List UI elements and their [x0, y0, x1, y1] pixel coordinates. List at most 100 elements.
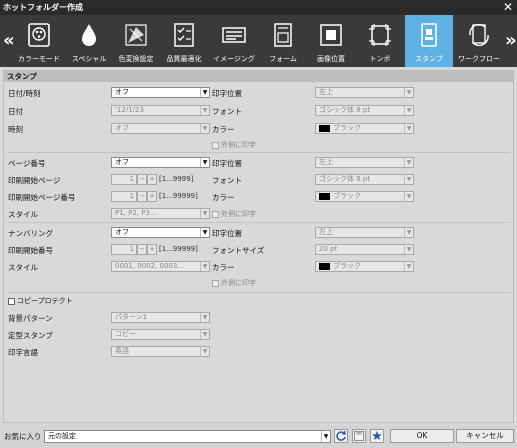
tab-workflow[interactable]: ワークフロー	[455, 15, 503, 67]
checkbox-box	[212, 141, 219, 149]
print-language-value: 英語	[115, 347, 129, 355]
quality-checklist-icon	[174, 23, 194, 47]
copy-protect-checkbox[interactable]: コピープロテクト	[8, 297, 73, 306]
tab-label: 色変換設定	[118, 55, 154, 63]
page-color-select[interactable]: ブラック ▼	[315, 191, 414, 202]
tab-color-conversion[interactable]: 色変換設定	[114, 15, 158, 67]
increment-button[interactable]: +	[147, 174, 157, 185]
time-value: オフ	[115, 124, 129, 132]
star-settings-icon	[372, 431, 382, 440]
tab-crop-marks[interactable]: トンボ	[358, 15, 402, 67]
footer-bar: お気に入り 元の設定 ▼ OK キャンセル	[0, 425, 517, 448]
print-language-select[interactable]: 英語 ▼	[111, 346, 210, 357]
datetime-position-label: 印字位置	[212, 89, 242, 98]
numbering-label: ナンバリング	[8, 229, 53, 238]
scroll-right-icon[interactable]: »	[505, 32, 517, 50]
decrement-button[interactable]: −	[137, 191, 147, 202]
chevron-down-icon: ▼	[404, 175, 413, 184]
form-icon	[274, 23, 292, 47]
stamp-icon	[421, 23, 437, 47]
chevron-down-icon: ▼	[404, 245, 413, 254]
chevron-down-icon: ▼	[200, 209, 209, 218]
cancel-button[interactable]: キャンセル	[456, 429, 514, 443]
start-page-input[interactable]: 1	[111, 174, 137, 185]
tab-form[interactable]: フォーム	[261, 15, 305, 67]
numbering-position-select[interactable]: 左上 ▼	[315, 227, 414, 238]
increment-button[interactable]: +	[147, 191, 157, 202]
fixed-stamp-value: コピー	[115, 330, 136, 338]
datetime-color-select[interactable]: ブラック ▼	[315, 123, 414, 134]
tab-label: スタンプ	[415, 55, 443, 63]
datetime-position-select[interactable]: 左上 ▼	[315, 87, 414, 98]
chevron-down-icon: ▼	[321, 431, 330, 442]
favorites-select[interactable]: 元の設定 ▼	[44, 430, 331, 443]
start-number-input[interactable]: 1	[111, 244, 137, 255]
increment-button[interactable]: +	[147, 244, 157, 255]
close-icon[interactable]: ✕	[503, 0, 513, 14]
datetime-select[interactable]: オフ ▼	[111, 87, 210, 98]
section-title: スタンプ	[4, 71, 513, 82]
refresh-button[interactable]	[334, 429, 348, 443]
numbering-outside-checkbox[interactable]: 外側に印字	[212, 279, 256, 288]
start-page-number-input[interactable]: 1	[111, 191, 137, 202]
tab-label: スペシャル	[71, 55, 107, 63]
tab-label: ワークフロー	[458, 55, 500, 63]
ok-button[interactable]: OK	[390, 429, 454, 443]
date-value: '12/1/23	[115, 106, 144, 114]
chevron-down-icon: ▼	[200, 262, 209, 271]
tab-imaging[interactable]: イメージング	[212, 15, 256, 67]
numbering-select[interactable]: オフ ▼	[111, 227, 210, 238]
start-number-range: [1...99999]	[159, 245, 198, 253]
start-number-label: 印刷開始番号	[8, 246, 53, 255]
chevron-down-icon: ▼	[200, 124, 209, 133]
page-style-select[interactable]: P1, P2, P3... ▼	[111, 208, 210, 219]
function-toolbar: « カラーモード スペシャル 色変換設定 品質最適化 イメージング フォーム 画…	[0, 15, 517, 67]
tab-label: 品質最適化	[166, 55, 202, 63]
time-label: 時刻	[8, 125, 23, 134]
page-position-label: 印字位置	[212, 159, 242, 168]
page-font-select[interactable]: ゴシック体 8 pt ▼	[315, 174, 414, 185]
page-outside-checkbox[interactable]: 外側に印字	[212, 210, 256, 219]
datetime-color-value: ブラック	[333, 124, 361, 132]
tab-image-position[interactable]: 画像位置	[309, 15, 353, 67]
date-select[interactable]: '12/1/23 ▼	[111, 105, 210, 116]
checkbox-label: 外側に印字	[221, 279, 256, 287]
divider	[7, 152, 510, 153]
tab-label: 画像位置	[317, 55, 345, 63]
chevron-down-icon: ▼	[200, 330, 209, 339]
scroll-left-icon[interactable]: «	[3, 32, 15, 50]
chevron-down-icon: ▼	[404, 158, 413, 167]
fixed-stamp-select[interactable]: コピー ▼	[111, 329, 210, 340]
decrement-button[interactable]: −	[137, 174, 147, 185]
start-page-range: [1...9999]	[159, 175, 194, 183]
chevron-down-icon: ▼	[404, 228, 413, 237]
datetime-outside-checkbox[interactable]: 外側に印字	[212, 141, 256, 150]
page-position-select[interactable]: 左上 ▼	[315, 157, 414, 168]
window-title: ホットフォルダー作成	[3, 3, 83, 12]
favorite-settings-button[interactable]	[370, 429, 384, 443]
color-mode-icon	[28, 23, 50, 47]
time-select[interactable]: オフ ▼	[111, 123, 210, 134]
tab-label: フォーム	[269, 55, 297, 63]
tab-color-mode[interactable]: カラーモード	[17, 15, 61, 67]
tab-special[interactable]: スペシャル	[67, 15, 111, 67]
numbering-size-select[interactable]: 20 pt ▼	[315, 244, 414, 255]
numbering-style-select[interactable]: 0001, 0002, 0003... ▼	[111, 261, 210, 272]
page-font-value: ゴシック体 8 pt	[319, 175, 371, 183]
save-favorite-button[interactable]	[352, 429, 366, 443]
datetime-font-select[interactable]: ゴシック体 8 pt ▼	[315, 105, 414, 116]
decrement-button[interactable]: −	[137, 244, 147, 255]
numbering-size-label: フォントサイズ	[212, 246, 265, 255]
start-page-number-label: 印刷開始ページ番号	[8, 193, 76, 202]
color-swatch	[319, 192, 330, 200]
numbering-color-select[interactable]: ブラック ▼	[315, 261, 414, 272]
numbering-value: オフ	[115, 228, 129, 236]
checkbox-label: 外側に印字	[221, 210, 256, 218]
divider	[7, 222, 510, 223]
tab-quality[interactable]: 品質最適化	[162, 15, 206, 67]
tab-stamp[interactable]: スタンプ	[405, 15, 453, 67]
page-number-select[interactable]: オフ ▼	[111, 157, 210, 168]
bg-pattern-value: パターン1	[115, 313, 148, 321]
bg-pattern-select[interactable]: パターン1 ▼	[111, 312, 210, 323]
color-swatch	[319, 124, 330, 132]
